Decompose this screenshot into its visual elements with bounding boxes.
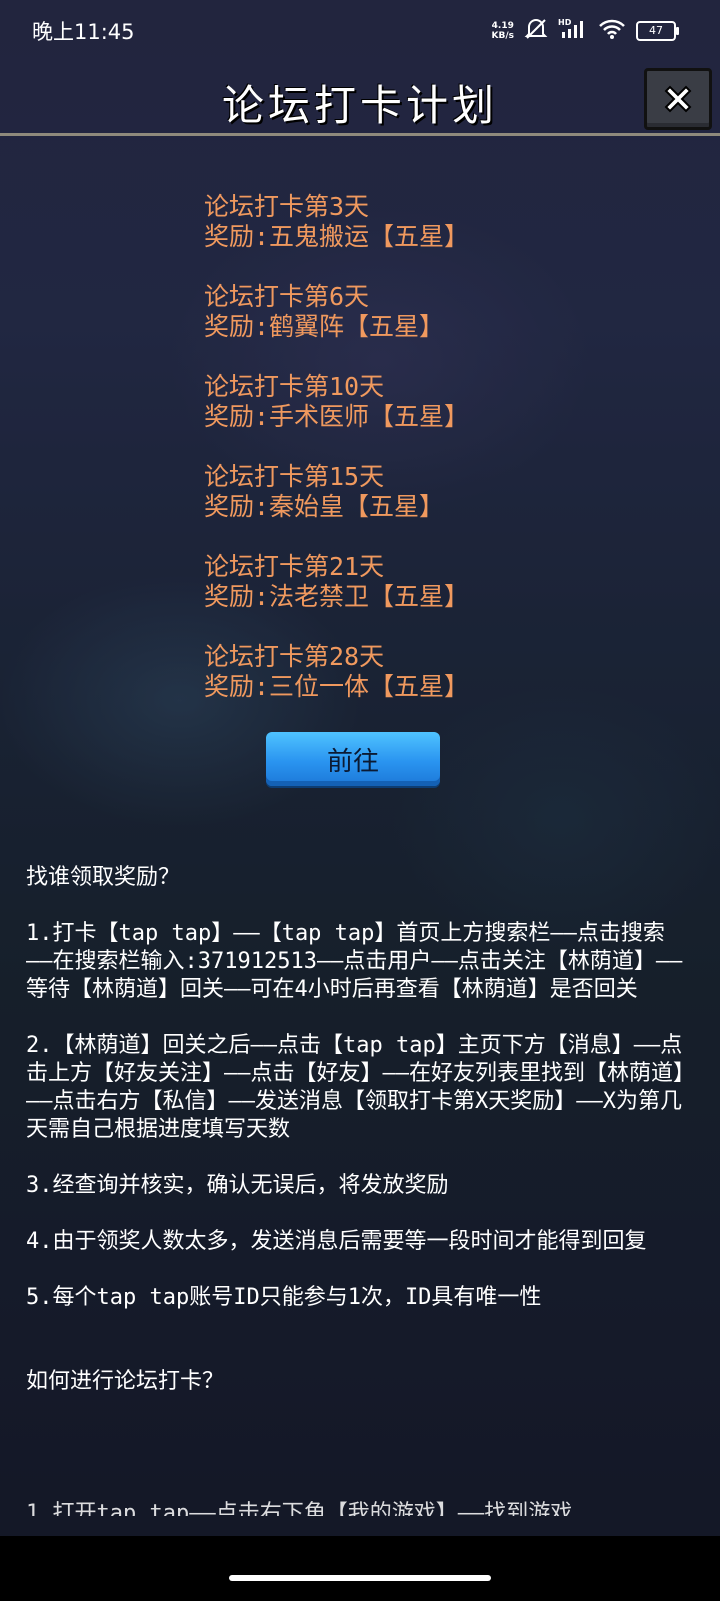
instruction-step: 2.【林荫道】回关之后——点击【tap tap】主页下方【消息】——点击上方【好…: [26, 1033, 684, 1142]
reward-text: 奖励:鹤翼阵【五星】: [204, 312, 445, 341]
instruction-step: 4.由于领奖人数太多，发送消息后需要等一段时间才能得到回复: [26, 1229, 647, 1254]
network-label: HD: [558, 18, 572, 27]
network-speed-unit: KB/s: [491, 31, 514, 41]
reward-item: 论坛打卡第15天 奖励:秦始皇【五星】: [204, 462, 469, 522]
header-divider: [0, 133, 720, 136]
reward-day: 论坛打卡第10天: [204, 372, 385, 401]
instruction-step: 5.每个tap tap账号ID只能参与1次，ID具有唯一性: [26, 1285, 542, 1310]
status-time: 晚上11:45: [32, 20, 135, 44]
reward-day: 论坛打卡第3天: [204, 192, 370, 221]
home-indicator[interactable]: [229, 1575, 491, 1581]
reward-day: 论坛打卡第28天: [204, 642, 385, 671]
status-bar: 晚上11:45 4.19 KB/s HD 47: [0, 0, 720, 62]
go-button[interactable]: 前往: [266, 732, 440, 786]
reward-day: 论坛打卡第21天: [204, 552, 385, 581]
close-button[interactable]: [644, 68, 712, 130]
reward-item: 论坛打卡第3天 奖励:五鬼搬运【五星】: [204, 192, 469, 252]
close-icon: [664, 85, 692, 113]
mute-icon: [524, 18, 548, 44]
battery-icon: 47: [636, 21, 679, 41]
instructions: 找谁领取奖励？ 1.打卡【tap tap】——【tap tap】首页上方搜索栏—…: [26, 864, 686, 1424]
reward-text: 奖励:秦始皇【五星】: [204, 492, 445, 521]
instruction-step: 3.经查询并核实，确认无误后，将发放奖励: [26, 1173, 449, 1198]
reward-item: 论坛打卡第6天 奖励:鹤翼阵【五星】: [204, 282, 469, 342]
instruction-step: 1.打卡【tap tap】——【tap tap】首页上方搜索栏——点击搜索——在…: [26, 921, 683, 1002]
network-speed: 4.19 KB/s: [492, 21, 514, 41]
reward-text: 奖励:法老禁卫【五星】: [204, 582, 470, 611]
instructions-heading: 找谁领取奖励？: [26, 865, 181, 890]
reward-item: 论坛打卡第10天 奖励:手术医师【五星】: [204, 372, 469, 432]
network-speed-value: 4.19: [491, 21, 514, 31]
signal-icon: HD: [558, 18, 588, 44]
instructions-heading-2: 如何进行论坛打卡？: [26, 1369, 225, 1394]
rewards-list: 论坛打卡第3天 奖励:五鬼搬运【五星】 论坛打卡第6天 奖励:鹤翼阵【五星】 论…: [204, 192, 469, 732]
navigation-bar: [0, 1536, 720, 1601]
reward-text: 奖励:五鬼搬运【五星】: [204, 222, 470, 251]
reward-item: 论坛打卡第21天 奖励:法老禁卫【五星】: [204, 552, 469, 612]
reward-item: 论坛打卡第28天 奖励:三位一体【五星】: [204, 642, 469, 702]
status-icons: 4.19 KB/s HD 47: [492, 18, 679, 44]
wifi-icon: [598, 18, 626, 44]
screen: 晚上11:45 4.19 KB/s HD 47 论坛打卡计划 论坛打卡第3天 奖…: [0, 0, 720, 1601]
reward-day: 论坛打卡第6天: [204, 282, 370, 311]
page-title: 论坛打卡计划: [221, 81, 498, 130]
reward-text: 奖励:三位一体【五星】: [204, 672, 470, 701]
reward-text: 奖励:手术医师【五星】: [204, 402, 470, 431]
reward-day: 论坛打卡第15天: [204, 462, 385, 491]
partial-instruction-line: 1.打开tap tap——点击右下角【我的游戏】——找到游戏: [26, 1501, 573, 1516]
